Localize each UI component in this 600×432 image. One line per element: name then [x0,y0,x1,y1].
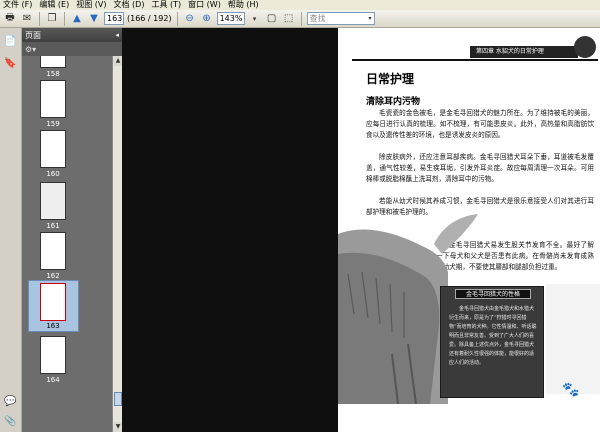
toolbar: 🖶 ✉ ❐ ▲ ▼ 163 (166 / 192) ⊖ ⊕ 143% ▾ ▢ ⬚… [0,10,600,28]
scroll-thumb[interactable] [114,392,122,406]
attachment-icon[interactable]: 📎 [3,414,18,429]
thumbnail-label: 164 [46,376,60,384]
thumbnail-list: 158 159 160 161 162 163 164 [22,56,112,432]
zoom-out-icon[interactable]: ⊖ [183,12,197,26]
page-thumbnail[interactable] [40,182,66,220]
dog-tail-illustration [434,214,478,254]
options-icon[interactable]: ⚙▾ [25,45,36,54]
info-box: 金毛寻回猎犬的性格 金毛寻回猎犬由金毛猎犬和水猎犬衍生而来，原是为了“狩猎时寻回… [440,286,544,398]
menu-document[interactable]: 文档 (D) [111,0,149,10]
info-box-title: 金毛寻回猎犬的性格 [455,289,531,299]
thumbnail-label: 160 [46,170,60,178]
thumbnail-label: 161 [46,222,60,230]
chapter-banner: 第四章 水貂犬的日常护理 [470,46,578,58]
fit-width-icon[interactable]: ⬚ [282,12,296,26]
print-icon[interactable]: 🖶 [3,12,17,26]
zoom-input[interactable]: 143% [216,12,245,25]
panel-options: ⚙▾ [22,42,122,56]
page-thumbnail[interactable] [40,232,66,270]
pages-panel-icon[interactable]: 📄 [3,34,18,49]
document-view[interactable]: 第四章 水貂犬的日常护理 日常护理 清除耳内污物 毛瓷瓷的金色被毛，是金毛寻回猎… [122,28,600,432]
chevron-down-icon: ▾ [368,15,372,22]
page-count: (166 / 192) [127,14,172,23]
page-title: 日常护理 [366,72,415,86]
dog-illustration [338,229,448,404]
info-box-text: 金毛寻回猎犬由金毛猎犬和水猎犬衍生而来，原是为了“狩猎时寻回猎物”而培育的犬种。… [449,306,537,366]
page-thumbnail[interactable] [40,80,66,118]
menu-view[interactable]: 视图 (V) [73,0,110,10]
menu-bar: 文件 (F) 编辑 (E) 视图 (V) 文档 (D) 工具 (T) 窗口 (W… [0,0,600,10]
menu-help[interactable]: 帮助 (H) [225,0,263,10]
panel-title: 页面 [25,30,41,40]
header-rule [352,59,598,61]
section-heading: 清除耳内污物 [366,97,421,107]
thumbnail-label: 162 [46,272,60,280]
dog-logo-icon [574,36,596,58]
copy-icon[interactable]: ❐ [45,12,59,26]
toolbar-divider [300,11,302,26]
search-placeholder: 查找 [309,14,326,23]
menu-edit[interactable]: 编辑 (E) [36,0,73,10]
menu-window[interactable]: 窗口 (W) [185,0,225,10]
menu-tools[interactable]: 工具 (T) [148,0,185,10]
zoom-in-icon[interactable]: ⊕ [200,12,214,26]
page-thumbnail[interactable] [40,130,66,168]
toolbar-divider [64,11,65,26]
page-number-input[interactable]: 163 [104,12,124,25]
toolbar-divider [176,11,178,26]
left-page [122,28,338,432]
thumbnail-scrollbar[interactable]: ▲ ▼ [112,56,123,432]
bookmarks-icon[interactable]: 🔖 [3,56,18,71]
fit-page-icon[interactable]: ▢ [265,12,279,26]
page-thumbnail [40,283,66,321]
thumbnail-label: 163 [46,322,60,330]
navigation-strip: 📄 🔖 💬 📎 [0,28,22,432]
thumbnail-panel: 页面 ◂ ⚙▾ 158 159 160 161 162 163 164 ▲ ▼ [22,28,123,432]
previous-page-icon[interactable]: ▲ [70,12,84,26]
email-icon[interactable]: ✉ [20,12,34,26]
paragraph: 除皮肤病外，还应注意耳部疾病。金毛寻回猎犬耳朵下垂，耳道被毛发覆盖，通气性较差，… [366,153,594,183]
panel-header: 页面 ◂ [22,28,122,42]
thumbnail-label: 159 [46,120,60,128]
next-page-icon[interactable]: ▼ [87,12,101,26]
right-page: 第四章 水貂犬的日常护理 日常护理 清除耳内污物 毛瓷瓷的金色被毛，是金毛寻回猎… [338,28,600,432]
search-input[interactable]: 查找 ▾ [306,12,375,25]
menu-file[interactable]: 文件 (F) [0,0,36,10]
thumbnail-label: 158 [46,70,60,78]
page-thumbnail[interactable] [40,56,66,68]
paw-icon: 🐾 [562,382,580,398]
paragraph: 毛瓷瓷的金色被毛，是金毛寻回猎犬的魅力所在。为了维持被毛的美丽，应每日进行认真的… [366,109,594,139]
page-thumbnail[interactable] [40,336,66,374]
toolbar-divider [39,11,40,26]
comments-icon[interactable]: 💬 [3,394,18,409]
chevron-down-icon[interactable]: ▾ [248,12,262,26]
background-pattern [546,284,600,394]
